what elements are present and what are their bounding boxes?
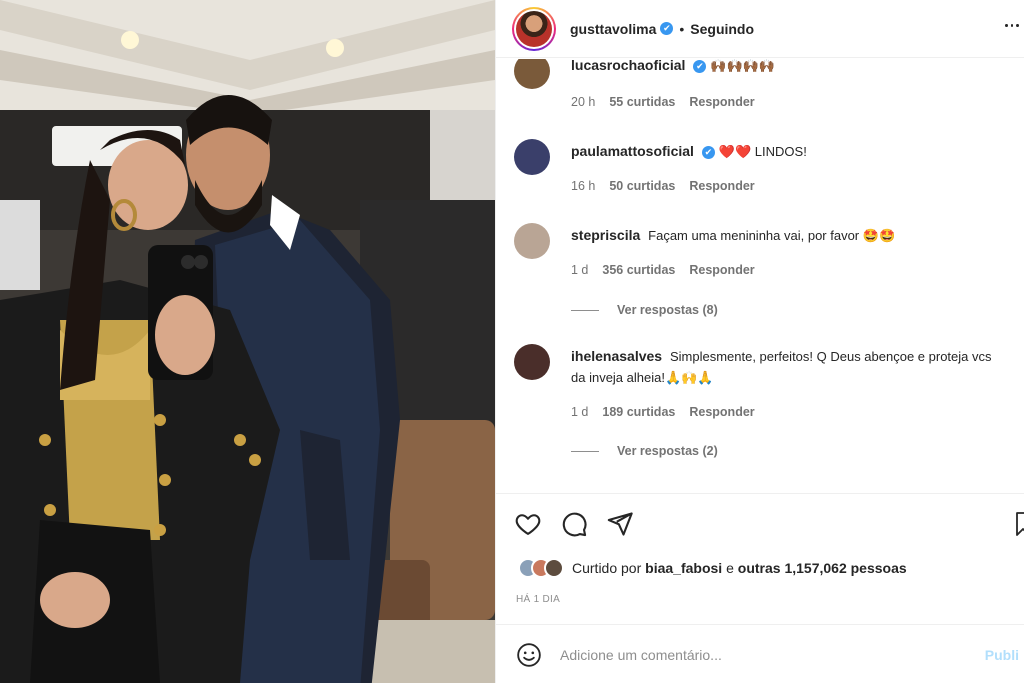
verified-badge-icon: ✔ bbox=[701, 145, 715, 159]
publish-button[interactable]: Publi bbox=[985, 647, 1019, 663]
comment-likes[interactable]: 55 curtidas bbox=[609, 95, 675, 109]
header-separator: • bbox=[679, 20, 685, 37]
reply-button[interactable]: Responder bbox=[689, 95, 754, 109]
bookmark-icon[interactable] bbox=[1016, 512, 1024, 536]
liked-by-others[interactable]: outras 1,157,062 pessoas bbox=[738, 560, 907, 576]
comment-likes[interactable]: 50 curtidas bbox=[609, 179, 675, 193]
following-button[interactable]: Seguindo bbox=[690, 21, 754, 37]
view-replies-button[interactable]: Ver respostas (8) bbox=[571, 303, 718, 317]
comment-input[interactable] bbox=[560, 647, 960, 663]
post-photo[interactable] bbox=[0, 0, 495, 683]
comment-time[interactable]: 1 d bbox=[571, 263, 588, 277]
couple-selfie-image bbox=[0, 0, 495, 683]
comment-time[interactable]: 16 h bbox=[571, 179, 595, 193]
comment-text: ❤️❤️ LINDOS! bbox=[718, 144, 807, 159]
comment-username[interactable]: ihelenasalves bbox=[571, 348, 662, 364]
divider bbox=[496, 493, 1024, 494]
emoji-icon[interactable] bbox=[516, 642, 542, 668]
liked-by-middle: e bbox=[726, 560, 734, 576]
comment-meta: 1 d 356 curtidas Responder bbox=[571, 263, 755, 277]
view-replies-label: Ver respostas (2) bbox=[617, 444, 718, 458]
add-comment-bar: Publi bbox=[516, 641, 1019, 669]
comment-meta: 1 d 189 curtidas Responder bbox=[571, 405, 755, 419]
reply-button[interactable]: Responder bbox=[689, 405, 754, 419]
comment-time[interactable]: 20 h bbox=[571, 95, 595, 109]
comment-likes[interactable]: 356 curtidas bbox=[602, 263, 675, 277]
heart-icon[interactable] bbox=[514, 510, 542, 538]
post-sidebar: gusttavolima ✔ • Seguindo lucasrochaofic… bbox=[495, 0, 1024, 683]
commenter-avatar[interactable] bbox=[514, 344, 550, 380]
comment-meta: 16 h 50 curtidas Responder bbox=[571, 179, 755, 193]
comment-meta: 20 h 55 curtidas Responder bbox=[571, 95, 755, 109]
commenter-avatar[interactable] bbox=[514, 223, 550, 259]
comment-icon[interactable] bbox=[560, 510, 588, 538]
comment-likes[interactable]: 189 curtidas bbox=[602, 405, 675, 419]
author-username[interactable]: gusttavolima bbox=[570, 21, 656, 37]
comment-time[interactable]: 1 d bbox=[571, 405, 588, 419]
comment-text: Façam uma menininha vai, por favor 🤩🤩 bbox=[648, 228, 896, 243]
view-replies-button[interactable]: Ver respostas (2) bbox=[571, 444, 718, 458]
comments-list[interactable]: lucasrochaoficial ✔ 🙌🏾🙌🏾🙌🏾🙌🏾 20 h 55 curt… bbox=[496, 59, 1024, 493]
comment-username[interactable]: paulamattosoficial bbox=[571, 143, 694, 159]
more-options-icon[interactable] bbox=[1005, 24, 1020, 30]
post-header: gusttavolima ✔ • Seguindo bbox=[496, 0, 1024, 58]
replies-divider bbox=[571, 450, 599, 452]
comment-username[interactable]: lucasrochaoficial bbox=[571, 59, 685, 73]
author-avatar[interactable] bbox=[512, 6, 556, 51]
replies-divider bbox=[571, 309, 599, 311]
verified-badge-icon: ✔ bbox=[693, 59, 707, 73]
comment-text: 🙌🏾🙌🏾🙌🏾🙌🏾 bbox=[710, 59, 776, 73]
liked-by-prefix: Curtido por bbox=[572, 560, 642, 576]
share-icon[interactable] bbox=[606, 510, 634, 538]
likes-summary[interactable]: Curtido por biaa_fabosi e outras 1,157,0… bbox=[518, 558, 907, 578]
reply-button[interactable]: Responder bbox=[689, 179, 754, 193]
comment-username[interactable]: stepriscila bbox=[571, 227, 640, 243]
post-timestamp[interactable]: HÁ 1 DIA bbox=[516, 594, 560, 605]
post-actions bbox=[514, 510, 634, 538]
commenter-avatar[interactable] bbox=[514, 139, 550, 175]
view-replies-label: Ver respostas (8) bbox=[617, 303, 718, 317]
commenter-avatar[interactable] bbox=[514, 59, 550, 89]
divider bbox=[496, 624, 1024, 625]
liker-avatars bbox=[518, 558, 564, 578]
liked-by-user[interactable]: biaa_fabosi bbox=[645, 560, 722, 576]
verified-badge-icon: ✔ bbox=[660, 22, 674, 35]
reply-button[interactable]: Responder bbox=[689, 263, 754, 277]
